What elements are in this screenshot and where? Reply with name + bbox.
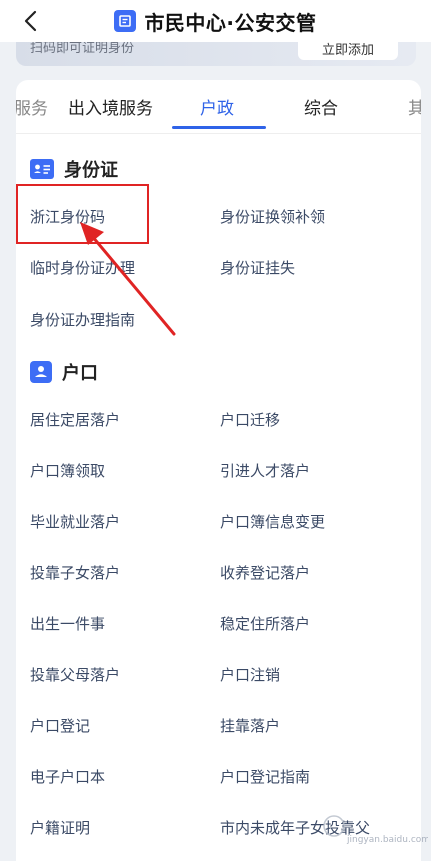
- service-item[interactable]: 户口注销: [220, 664, 280, 685]
- service-item[interactable]: 户口登记: [30, 715, 90, 736]
- service-item[interactable]: 投靠父母落户: [30, 664, 120, 685]
- service-item[interactable]: 引进人才落户: [220, 460, 310, 481]
- service-item[interactable]: 居住定居落户: [30, 409, 120, 430]
- service-item[interactable]: 户口簿领取: [30, 460, 105, 481]
- service-item[interactable]: 户口登记指南: [220, 766, 310, 787]
- section-title-household: 户口: [62, 363, 98, 384]
- annotation-highlight-box: [16, 184, 149, 244]
- service-item[interactable]: 户口迁移: [220, 409, 280, 430]
- service-item-temp-id-card[interactable]: 临时身份证办理: [30, 257, 135, 278]
- household-icon: [30, 361, 52, 383]
- add-now-button[interactable]: 立即添加: [298, 42, 398, 60]
- service-item-id-card-guide[interactable]: 身份证办理指南: [30, 309, 135, 330]
- service-item[interactable]: 挂靠落户: [220, 715, 280, 736]
- section-title-id-card: 身份证: [64, 160, 118, 181]
- screen: 市民中心·公安交管 扫码即可证明身份 立即添加 服务 出入境服务 户政 综合 其: [0, 0, 431, 861]
- tab-exit-entry[interactable]: 出入境服务: [68, 94, 153, 119]
- title-group: 市民中心·公安交管: [114, 7, 316, 36]
- watermark-text: jingyan.baidu.com: [346, 835, 428, 845]
- section-header-household: 户口: [30, 359, 98, 385]
- promo-banner: 扫码即可证明身份 立即添加: [16, 42, 416, 66]
- service-item[interactable]: 稳定住所落户: [220, 613, 310, 634]
- service-item[interactable]: 收养登记落户: [220, 562, 310, 583]
- service-item[interactable]: 户口簿信息变更: [220, 511, 325, 532]
- document-icon: [114, 10, 137, 32]
- service-item-id-card-loss[interactable]: 身份证挂失: [220, 257, 295, 278]
- service-item[interactable]: 投靠子女落户: [30, 562, 120, 583]
- tab-household[interactable]: 户政: [200, 94, 234, 119]
- tab-comprehensive[interactable]: 综合: [304, 94, 338, 119]
- service-item[interactable]: 电子户口本: [30, 766, 105, 787]
- tab-services[interactable]: 服务: [16, 94, 48, 119]
- service-item[interactable]: 户籍证明: [30, 817, 90, 838]
- tab-other[interactable]: 其: [408, 94, 421, 119]
- active-tab-indicator: [172, 126, 266, 129]
- chevron-left-icon: [24, 10, 37, 32]
- service-item[interactable]: 出生一件事: [30, 613, 105, 634]
- banner-text: 扫码即可证明身份: [30, 42, 135, 56]
- back-button[interactable]: [16, 6, 46, 36]
- section-header-id-card: 身份证: [30, 156, 118, 182]
- category-tabs: 服务 出入境服务 户政 综合 其: [16, 80, 421, 134]
- service-card: 服务 出入境服务 户政 综合 其 身份证 浙江身份码 身份证换领补领 临时身份证…: [16, 80, 421, 861]
- service-item[interactable]: 毕业就业落户: [30, 511, 120, 532]
- service-item-id-card-replace[interactable]: 身份证换领补领: [220, 206, 325, 227]
- page-title: 市民中心·公安交管: [144, 10, 317, 35]
- title-bar: 市民中心·公安交管: [0, 0, 431, 42]
- watermark: jingyan.baidu.com: [320, 812, 430, 848]
- id-card-icon: [30, 159, 54, 179]
